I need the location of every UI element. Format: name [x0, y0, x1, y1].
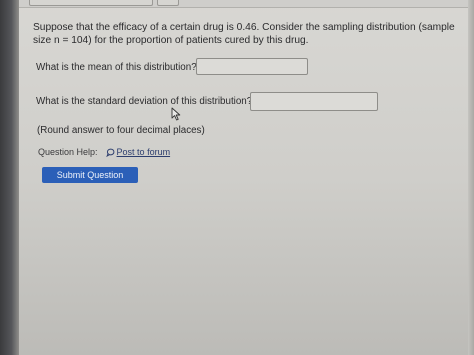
screen-bezel: [0, 0, 19, 355]
mean-answer-input[interactable]: [196, 58, 308, 75]
post-to-forum-text: Post to forum: [116, 147, 171, 157]
speech-bubble-icon: [105, 148, 114, 157]
question-help-row: Question Help: Post to forum: [38, 147, 170, 157]
screen-right-edge: [468, 0, 474, 355]
browser-screen: Suppose that the efficacy of a certain d…: [19, 0, 474, 355]
question-text: Suppose that the efficacy of a certain d…: [33, 22, 455, 46]
std-dev-answer-input[interactable]: [250, 92, 378, 111]
top-tab-box[interactable]: [29, 0, 153, 6]
mouse-pointer-icon: [171, 107, 181, 121]
question-help-label: Question Help:: [38, 147, 98, 157]
mean-prompt: What is the mean of this distribution?: [36, 62, 197, 73]
top-small-box[interactable]: [157, 0, 179, 6]
question-area: Suppose that the efficacy of a certain d…: [19, 7, 474, 347]
submit-question-button[interactable]: Submit Question: [42, 167, 138, 183]
std-dev-prompt: What is the standard deviation of this d…: [36, 96, 253, 107]
post-to-forum-link[interactable]: Post to forum: [105, 147, 171, 157]
rounding-note: (Round answer to four decimal places): [37, 125, 205, 136]
